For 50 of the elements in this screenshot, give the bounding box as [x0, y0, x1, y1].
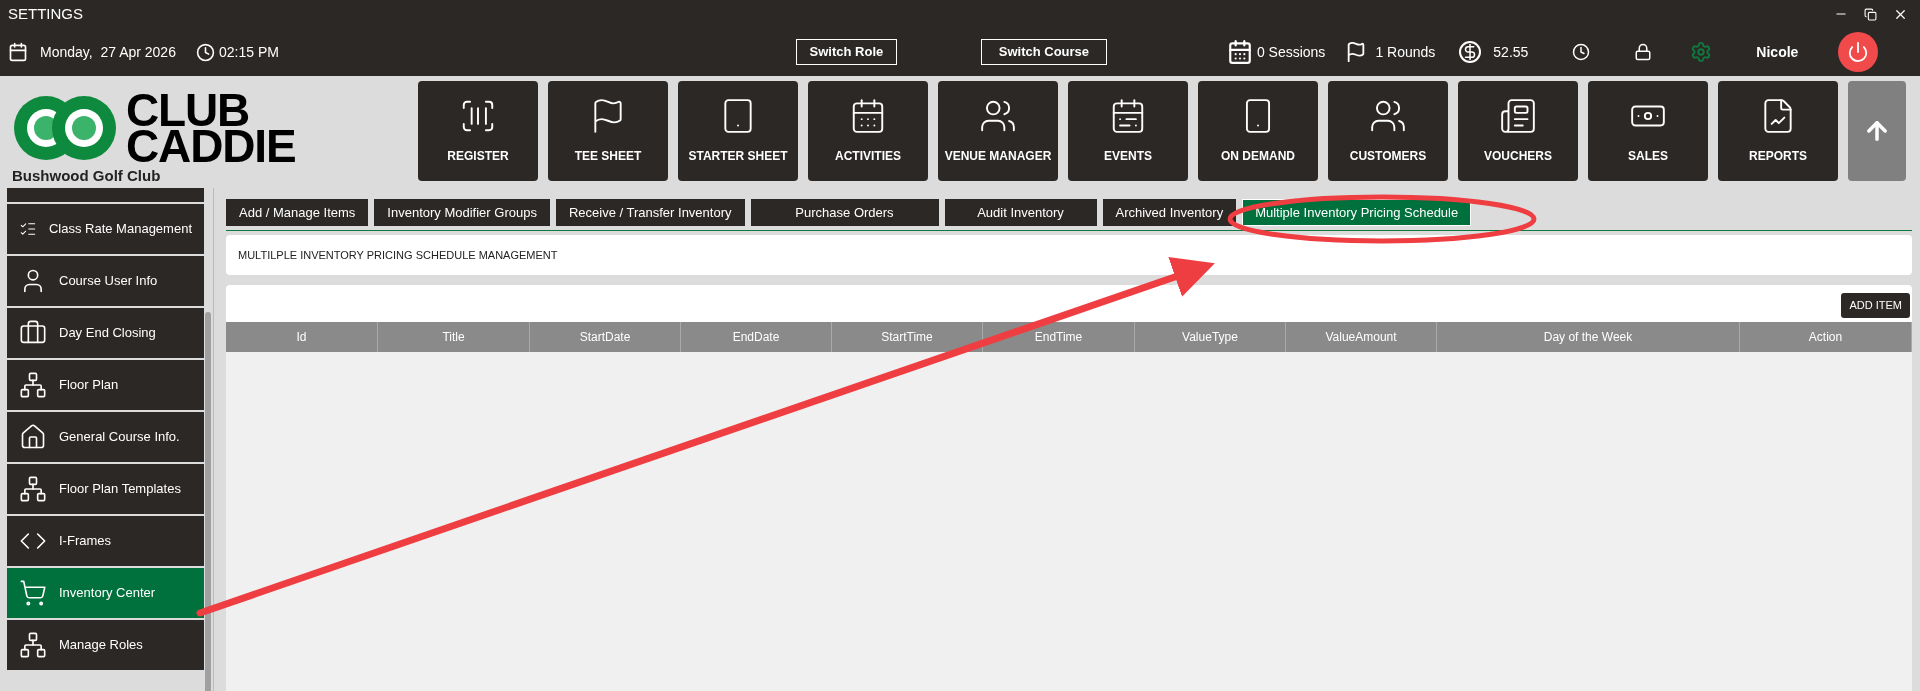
sidebar-item[interactable]: I-Frames	[7, 516, 204, 566]
logo-wordmark-line: CADDIE	[126, 128, 296, 164]
user-name[interactable]: Nicole	[1756, 41, 1799, 63]
nav-tile-button[interactable]: ON DEMAND	[1198, 81, 1318, 181]
sidebar-item[interactable]: Inventory Center	[7, 568, 204, 618]
sidebar-item[interactable]: Manage Roles	[7, 620, 204, 670]
switch-course-button[interactable]: Switch Course	[980, 39, 1107, 65]
column-header: ValueType	[1135, 321, 1286, 352]
tab[interactable]: Receive / Transfer Inventory	[555, 199, 745, 226]
nav-tile-button[interactable]: SALES	[1588, 81, 1708, 181]
date-text: Monday, 27 Apr 2026	[40, 42, 176, 62]
nav-tile-button[interactable]: ACTIVITIES	[808, 81, 928, 181]
window-title: SETTINGS	[8, 3, 83, 24]
tab[interactable]: Audit Inventory	[944, 199, 1097, 226]
club-name: Bushwood Golf Club	[12, 166, 162, 186]
column-header: Title	[378, 321, 530, 352]
nav-tile-button[interactable]: VENUE MANAGER	[938, 81, 1058, 181]
sidebar-item[interactable]: Course User Info	[7, 256, 204, 306]
sidebar-item[interactable]: Floor Plan	[7, 360, 204, 410]
sidebar-item[interactable]: General Course Info.	[7, 412, 204, 462]
column-header: Action	[1740, 321, 1912, 352]
time-text: 02:15 PM	[218, 42, 279, 62]
logo-wordmark-line: CLUB	[126, 92, 250, 128]
tab[interactable]: Archived Inventory	[1102, 199, 1237, 226]
rounds-count: 1 Rounds	[1375, 42, 1436, 62]
column-header: StartTime	[832, 321, 983, 352]
sidebar-item[interactable]: Class Rate Management	[7, 204, 204, 254]
nav-tile-button[interactable]: REPORTS	[1718, 81, 1838, 181]
nav-tile-button[interactable]: VOUCHERS	[1458, 81, 1578, 181]
nav-tile-button[interactable]: CUSTOMERS	[1328, 81, 1448, 181]
tab[interactable]: Purchase Orders	[750, 199, 939, 226]
balance-amount: 52.55	[1493, 42, 1529, 62]
column-header: EndDate	[681, 321, 832, 352]
column-header: Day of the Week	[1437, 321, 1740, 352]
nav-tile-button[interactable]: STARTER SHEET	[678, 81, 798, 181]
add-item-button[interactable]: ADD ITEM	[1841, 293, 1910, 318]
sidebar-item[interactable]: Floor Plan Templates	[7, 464, 204, 514]
switch-role-button[interactable]: Switch Role	[795, 39, 897, 65]
sidebar-item[interactable]: Day End Closing	[7, 308, 204, 358]
column-header: EndTime	[983, 321, 1135, 352]
nav-tile-button[interactable]: TEE SHEET	[548, 81, 668, 181]
nav-tile-button[interactable]: EVENTS	[1068, 81, 1188, 181]
section-title: MULTILPLE INVENTORY PRICING SCHEDULE MANAGEMENT	[238, 247, 558, 263]
column-header: ValueAmount	[1286, 321, 1437, 352]
column-header: Id	[226, 321, 378, 352]
column-header: StartDate	[530, 321, 681, 352]
nav-tile-button[interactable]: REGISTER	[418, 81, 538, 181]
tab[interactable]: Add / Manage Items	[226, 199, 369, 226]
sessions-count: 0 Sessions	[1256, 42, 1326, 62]
tab[interactable]: Inventory Modifier Groups	[374, 199, 550, 226]
